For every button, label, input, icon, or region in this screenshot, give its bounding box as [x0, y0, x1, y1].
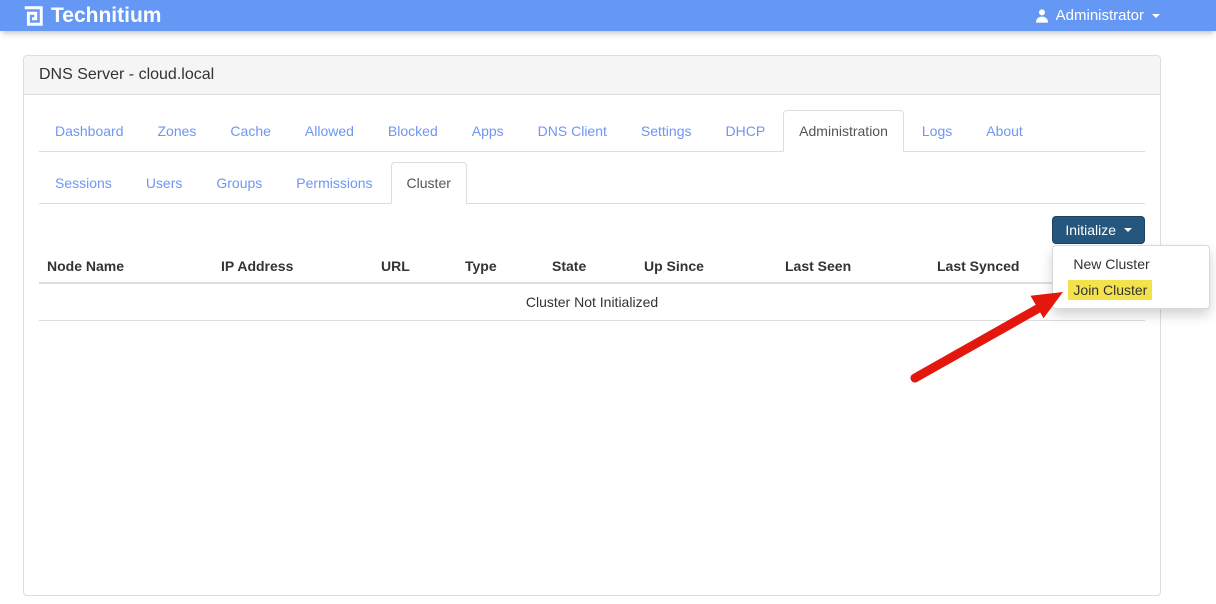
menu-item-join-cluster[interactable]: Join Cluster — [1053, 277, 1209, 303]
tab-about[interactable]: About — [970, 110, 1039, 152]
tab-blocked[interactable]: Blocked — [372, 110, 454, 152]
col-header-last-seen: Last Seen — [777, 250, 929, 284]
caret-down-icon — [1152, 13, 1160, 18]
initialize-button-label: Initialize — [1065, 222, 1116, 238]
col-header-type: Type — [457, 250, 544, 284]
tab-settings[interactable]: Settings — [625, 110, 708, 152]
col-header-ip-address: IP Address — [213, 250, 373, 284]
initialize-button[interactable]: Initialize — [1052, 216, 1145, 244]
subtab-groups[interactable]: Groups — [200, 162, 278, 204]
tab-apps[interactable]: Apps — [456, 110, 520, 152]
user-menu-button[interactable]: Administrator — [1034, 7, 1160, 24]
user-menu-label: Administrator — [1055, 7, 1144, 24]
dns-server-panel: DNS Server - cloud.local Dashboard Zones… — [23, 55, 1211, 596]
subtab-cluster[interactable]: Cluster — [390, 162, 467, 204]
admin-subtabs: Sessions Users Groups Permissions Cluste… — [39, 162, 1145, 204]
col-header-url: URL — [373, 250, 457, 284]
tab-cache[interactable]: Cache — [214, 110, 286, 152]
empty-state-message: Cluster Not Initialized — [39, 283, 1145, 321]
tab-dashboard[interactable]: Dashboard — [39, 110, 140, 152]
initialize-dropdown: Initialize New Cluster Join Cluster — [1052, 216, 1211, 309]
subtab-sessions[interactable]: Sessions — [39, 162, 128, 204]
caret-down-icon — [1124, 228, 1132, 232]
table-header-row: Node Name IP Address URL Type State Up S… — [39, 250, 1145, 284]
tab-logs[interactable]: Logs — [906, 110, 968, 152]
main-tabs: Dashboard Zones Cache Allowed Blocked Ap… — [39, 110, 1145, 152]
tab-administration[interactable]: Administration — [783, 110, 904, 152]
table-row: Cluster Not Initialized — [39, 283, 1145, 321]
tab-dns-client[interactable]: DNS Client — [522, 110, 623, 152]
col-header-state: State — [544, 250, 636, 284]
cluster-toolbar: Initialize New Cluster Join Cluster — [39, 216, 1211, 309]
cluster-nodes-table: Node Name IP Address URL Type State Up S… — [39, 250, 1145, 321]
panel-body: Dashboard Zones Cache Allowed Blocked Ap… — [24, 95, 1211, 595]
subtab-permissions[interactable]: Permissions — [280, 162, 388, 204]
join-cluster-highlight: Join Cluster — [1068, 280, 1153, 300]
page-title: DNS Server - cloud.local — [24, 56, 1160, 95]
subtab-users[interactable]: Users — [130, 162, 199, 204]
tab-dhcp[interactable]: DHCP — [710, 110, 782, 152]
tab-allowed[interactable]: Allowed — [289, 110, 370, 152]
brand-link[interactable]: Technitium — [22, 5, 161, 27]
top-navbar: Technitium Administrator — [0, 0, 1216, 31]
technitium-logo-icon — [24, 5, 43, 26]
col-header-up-since: Up Since — [636, 250, 777, 284]
menu-item-new-cluster[interactable]: New Cluster — [1053, 251, 1209, 277]
tab-zones[interactable]: Zones — [142, 110, 213, 152]
col-header-node-name: Node Name — [39, 250, 213, 284]
brand-title: Technitium — [51, 4, 162, 27]
initialize-dropdown-menu: New Cluster Join Cluster — [1052, 245, 1211, 309]
user-icon — [1035, 8, 1048, 23]
